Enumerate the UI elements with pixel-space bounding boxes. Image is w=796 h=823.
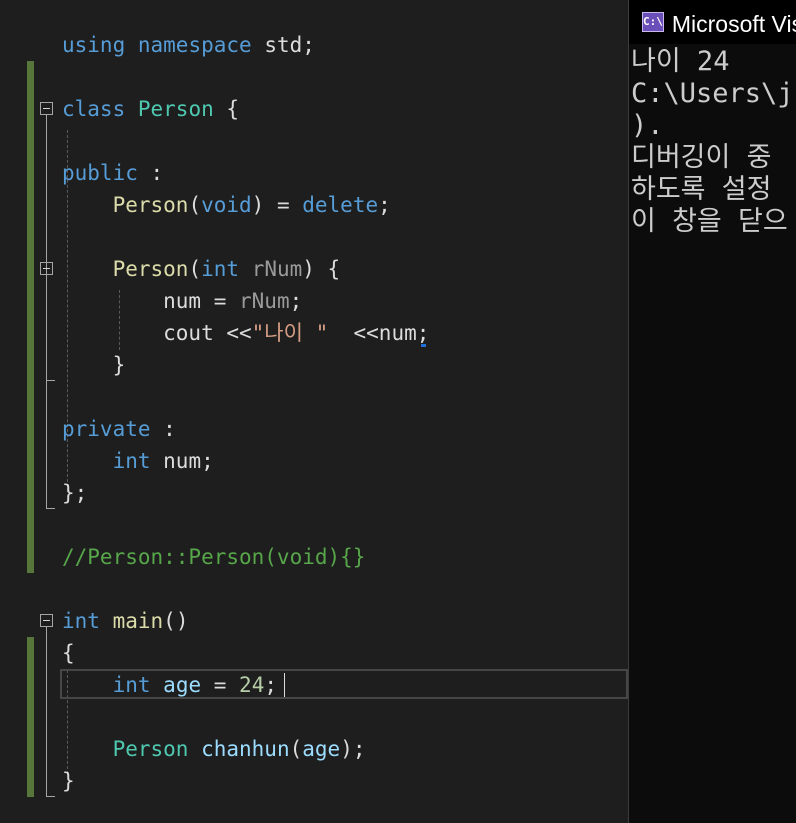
code-line[interactable]: private : [62,413,176,445]
code-token: //Person::Person(void){} [62,545,366,569]
code-token: public [62,161,138,185]
code-token: 24 [239,673,265,697]
code-line[interactable]: Person chanhun(age); [62,733,366,765]
intellisense-squiggle [421,344,426,347]
code-token: : [150,417,176,441]
code-line[interactable]: } [62,765,75,797]
code-token: Person [112,257,189,281]
code-token: : [137,161,164,185]
console-titlebar[interactable]: C:\ Microsoft Visual Studio 디버그 콘솔 [629,0,796,44]
code-token: namespace [137,33,252,57]
collapse-constructor-icon[interactable] [40,262,53,275]
code-line[interactable]: num = rNum; [62,285,302,317]
code-token: "나이 " [251,321,329,345]
code-token: Person [137,97,214,121]
code-line[interactable]: class Person { [62,93,239,125]
code-token: } [62,769,75,793]
console-app-icon: C:\ [642,12,664,32]
fold-end [46,508,55,509]
code-token: cout << [62,321,252,345]
code-line[interactable]: using namespace std; [62,29,315,61]
code-token: int [112,673,151,697]
code-token: ( [289,737,303,761]
code-line[interactable]: int num; [62,445,214,477]
code-token: rNum [251,257,303,281]
console-output-line: 나이 24 [631,46,730,77]
code-token: ) { [302,257,341,281]
code-line[interactable]: Person(void) = delete; [62,189,391,221]
fold-end [46,796,55,797]
code-token: <<num; [328,321,430,345]
code-token: chanhun [201,737,290,761]
code-line[interactable]: }; [62,477,87,509]
code-line[interactable]: } [62,349,126,381]
fold-line [46,627,47,796]
collapse-class-icon[interactable] [40,102,53,115]
code-token: delete [302,193,379,217]
code-token: ; [289,289,303,313]
code-token: ( [188,257,202,281]
code-token: { [213,97,240,121]
code-token: = [201,673,240,697]
code-token: Person [112,737,189,761]
code-editor[interactable]: using namespace std; class Person { public… [0,0,628,823]
code-token: }; [62,481,88,505]
code-token: std; [251,33,315,57]
change-bar [27,637,34,797]
code-token: void [201,193,252,217]
code-token: class [62,97,126,121]
code-token: } [62,353,126,377]
code-token: int [201,257,240,281]
code-token: ); [340,737,366,761]
console-output-line: C:\Users\jc [631,78,796,109]
code-token: private [62,417,151,441]
code-line[interactable]: Person(int rNum) { [62,253,341,285]
code-token: age [302,737,341,761]
collapse-main-icon[interactable] [40,614,53,627]
code-token: using [62,33,126,57]
code-line[interactable]: int age = 24; [62,669,277,701]
console-output-line: 이 창을 닫으 [631,206,788,237]
code-token: () [163,609,189,633]
code-token: { [62,641,75,665]
code-token: age [163,673,202,697]
console-title: Microsoft Visual Studio 디버그 콘솔 [671,11,796,37]
code-token: int [112,449,151,473]
code-line[interactable]: int main() [62,605,188,637]
code-token: ( [188,193,202,217]
code-token: rNum [239,289,290,313]
console-output-line: 디버깅이 중 [631,142,772,173]
code-token: int [62,609,100,633]
code-token: main [112,609,164,633]
fold-line [46,115,47,508]
text-caret [284,673,285,697]
console-output-line: ). [631,110,664,141]
code-line[interactable]: cout <<"나이 " <<num; [62,317,429,349]
code-token: ; [264,673,277,697]
code-line[interactable]: { [62,637,75,669]
code-token: num = [62,289,240,313]
change-bar [27,509,34,573]
code-line[interactable]: //Person::Person(void){} [62,541,365,573]
change-bar [27,61,34,509]
fold-end [46,380,55,381]
code-token: ) = [251,193,303,217]
debug-console-window[interactable]: C:\ Microsoft Visual Studio 디버그 콘솔 나이 24… [629,0,796,823]
code-token: num; [150,449,214,473]
code-token: ; [378,193,391,217]
console-output-line: 하도록 설정 [631,174,772,205]
code-line[interactable]: public : [62,157,163,189]
code-token: Person [112,193,189,217]
